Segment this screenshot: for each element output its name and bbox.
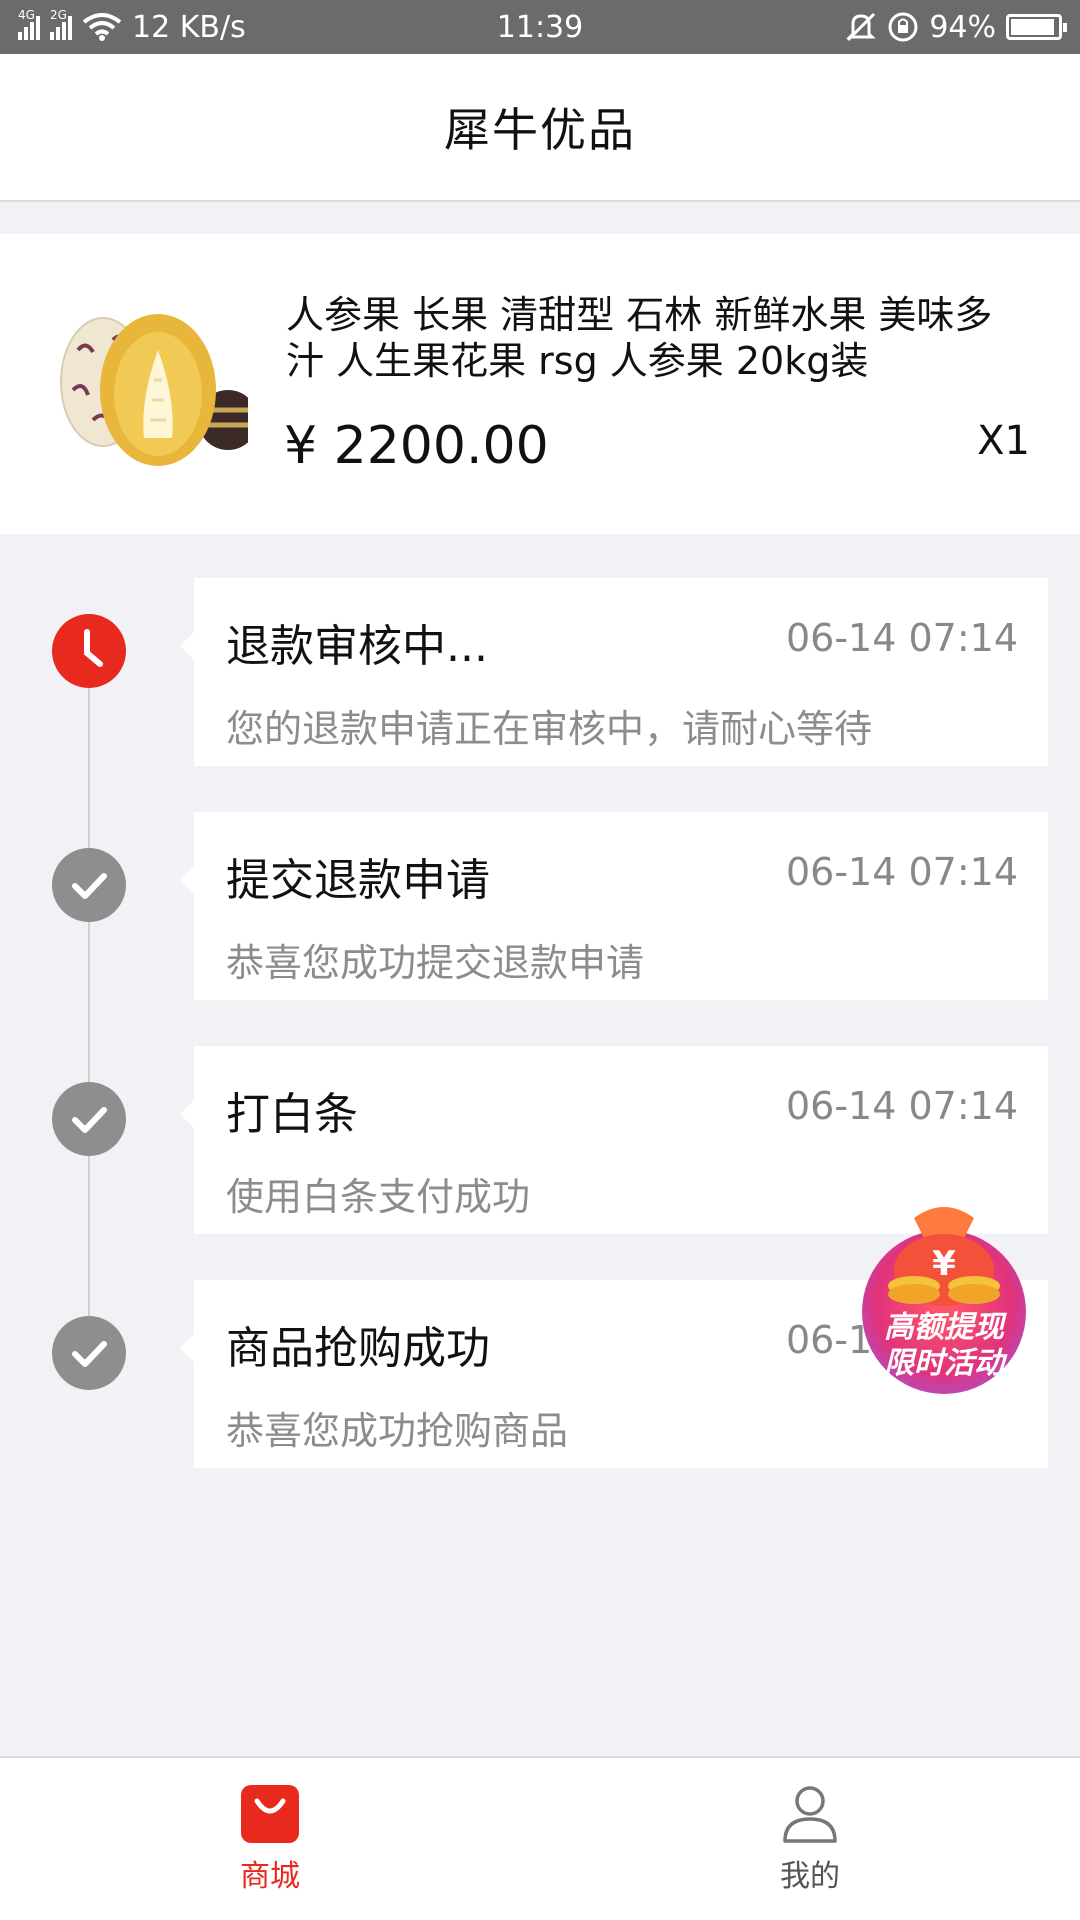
timeline-title: 提交退款申请: [226, 855, 490, 906]
network-speed: 12 KB/s: [132, 9, 246, 45]
timeline-time: 06-14 07:14: [785, 1084, 1018, 1128]
nav-item-mall[interactable]: 商城: [0, 1758, 540, 1920]
timeline-desc: 恭喜您成功抢购商品: [226, 1409, 569, 1453]
timeline-item: 提交退款申请 06-14 07:14 恭喜您成功提交退款申请: [0, 812, 1080, 1000]
timeline-title: 打白条: [226, 1089, 358, 1140]
timeline-time: 06-14 07:14: [785, 850, 1018, 894]
timeline-card: 退款审核中... 06-14 07:14 您的退款申请正在审核中，请耐心等待: [180, 578, 1048, 766]
product-name: 人参果 长果 清甜型 石林 新鲜水果 美味多汁 人生果花果 rsg 人参果 20…: [286, 293, 993, 383]
status-bar: 4G 2G 12 KB/s 11:39 94%: [0, 0, 1080, 54]
clock-icon: [52, 614, 126, 688]
wifi-icon: [82, 13, 122, 41]
promo-line2: 限时活动: [884, 1346, 1004, 1381]
battery-percent: 94%: [929, 9, 996, 45]
signal-4g-icon: 4G: [18, 8, 40, 40]
promo-badge[interactable]: ¥ 高额提现 限时活动: [856, 1190, 1032, 1400]
status-right: 94%: [845, 9, 1067, 45]
check-icon: [52, 1316, 126, 1390]
timeline-time: 06-14 07:14: [785, 616, 1018, 660]
timeline-item: 退款审核中... 06-14 07:14 您的退款申请正在审核中，请耐心等待: [0, 578, 1080, 766]
check-icon: [52, 1082, 126, 1156]
battery-icon: [1006, 14, 1067, 40]
rotation-lock-icon: [888, 12, 918, 42]
nav-label: 我的: [780, 1859, 840, 1894]
check-icon: [52, 848, 126, 922]
mute-icon: [846, 12, 876, 42]
promo-symbol: ¥: [932, 1244, 956, 1284]
timeline-card: 提交退款申请 06-14 07:14 恭喜您成功提交退款申请: [180, 812, 1048, 1000]
page-title: 犀牛优品: [444, 103, 636, 157]
title-bar: 犀牛优品: [0, 54, 1080, 202]
nav-label: 商城: [240, 1859, 300, 1894]
product-quantity: X1: [977, 418, 1030, 464]
timeline-title: 商品抢购成功: [226, 1323, 490, 1374]
timeline-desc: 使用白条支付成功: [226, 1175, 531, 1219]
status-left: 4G 2G 12 KB/s: [18, 8, 246, 45]
timeline-desc: 您的退款申请正在审核中，请耐心等待: [226, 707, 873, 751]
shopping-bag-icon: [241, 1785, 299, 1843]
timeline-title: 退款审核中...: [226, 621, 488, 672]
user-icon: [783, 1786, 837, 1843]
product-card[interactable]: 人参果 长果 清甜型 石林 新鲜水果 美味多汁 人生果花果 rsg 人参果 20…: [0, 234, 1080, 534]
product-image: [60, 314, 248, 466]
product-price: ¥ 2200.00: [284, 416, 549, 476]
timeline-desc: 恭喜您成功提交退款申请: [226, 941, 645, 985]
nav-item-me[interactable]: 我的: [540, 1758, 1080, 1920]
bottom-nav: 商城 我的: [0, 1756, 1080, 1920]
signal-2g-icon: 2G: [50, 8, 72, 40]
